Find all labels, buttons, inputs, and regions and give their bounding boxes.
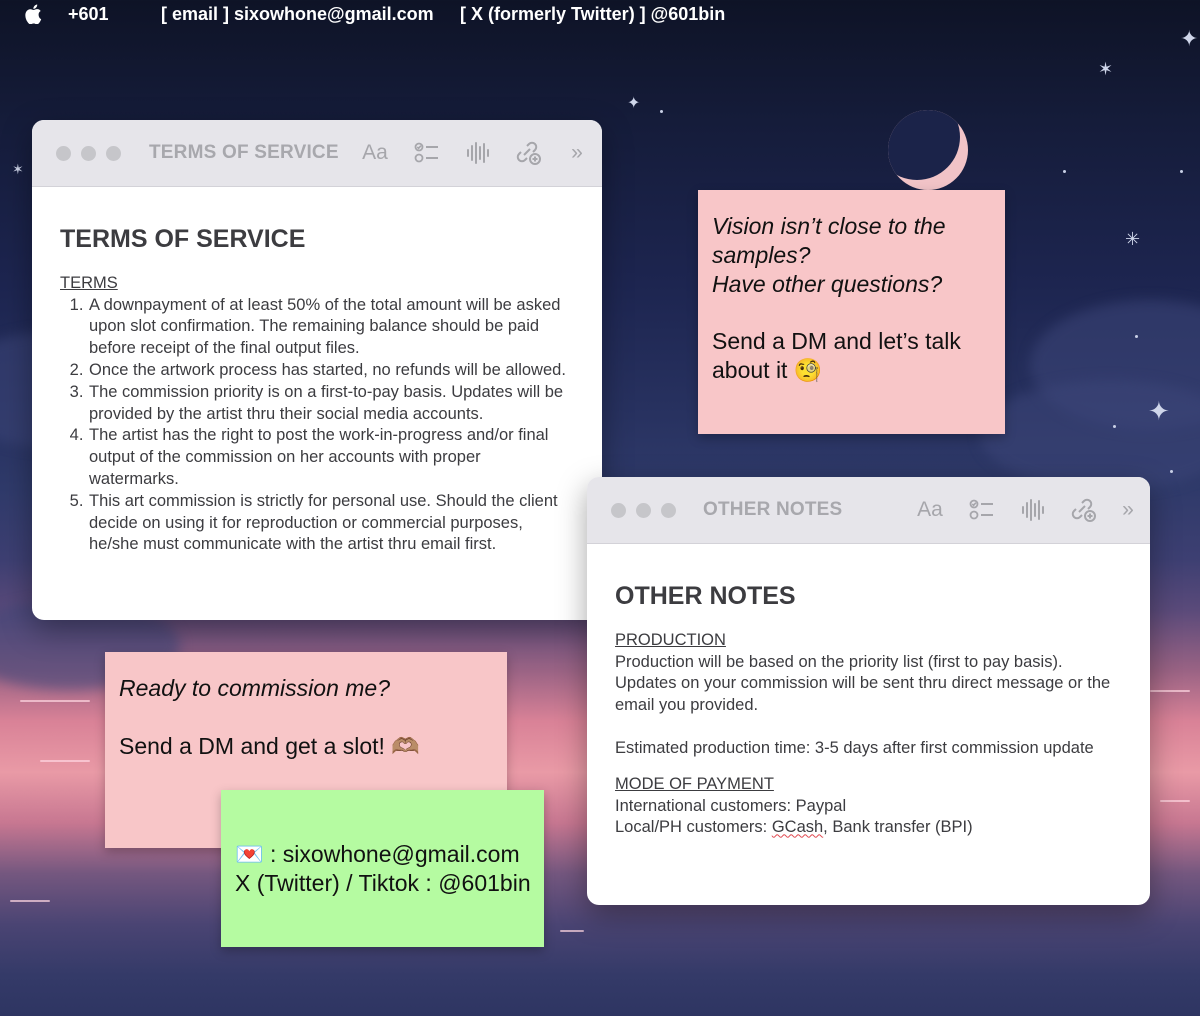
sticky-text: Have other questions?: [712, 271, 943, 297]
notes-content[interactable]: OTHER NOTES PRODUCTION Production will b…: [587, 544, 1150, 839]
list-item: This art commission is strictly for pers…: [88, 491, 574, 556]
apple-logo-icon[interactable]: [24, 4, 42, 25]
app-name[interactable]: +601: [68, 4, 109, 25]
spellcheck-word[interactable]: GCash: [772, 818, 823, 836]
page-title: TERMS OF SERVICE: [60, 225, 306, 253]
contact-social: X (Twitter) / Tiktok : @601bin: [235, 870, 531, 896]
notes-window: OTHER NOTES Aa » OTHER NOTES PRODUCTION …: [587, 477, 1150, 905]
estimate-text: Estimated production time: 3-5 days afte…: [615, 738, 1094, 757]
sticky-text: about it 🧐: [712, 357, 823, 383]
zoom-button[interactable]: [106, 146, 121, 161]
minimize-button[interactable]: [81, 146, 96, 161]
window-controls: [611, 503, 686, 523]
zoom-button[interactable]: [661, 503, 676, 518]
list-item: The artist has the right to post the wor…: [88, 425, 574, 490]
section-label-terms: TERMS: [60, 273, 118, 292]
menu-item-email[interactable]: [ email ] sixowhone@gmail.com: [161, 4, 434, 25]
list-item: Once the artwork process has started, no…: [88, 360, 574, 382]
close-button[interactable]: [611, 503, 626, 518]
sticky-text: Send a DM and let’s talk: [712, 328, 961, 354]
terms-window: TERMS OF SERVICE Aa » TERMS OF SERVICE T…: [32, 120, 602, 620]
more-icon[interactable]: »: [1115, 497, 1141, 523]
window-controls: [56, 146, 131, 166]
more-icon[interactable]: »: [564, 140, 590, 166]
sticky-text: samples?: [712, 242, 811, 268]
page-title: OTHER NOTES: [615, 582, 796, 610]
notes-titlebar[interactable]: OTHER NOTES Aa »: [587, 477, 1150, 544]
sticky-note-vision[interactable]: Vision isn’t close to the samples? Have …: [698, 190, 1005, 434]
terms-list: A downpayment of at least 50% of the tot…: [60, 295, 574, 557]
payment-local: Local/PH customers: GCash, Bank transfer…: [615, 818, 973, 837]
menu-bar: +601 [ email ] sixowhone@gmail.com [ X (…: [0, 0, 1200, 30]
collaborate-icon[interactable]: [1070, 497, 1096, 523]
sticky-text: Ready to commission me?: [119, 675, 390, 701]
sticky-text: Send a DM and get a slot! 🫶🏽: [119, 733, 420, 759]
close-button[interactable]: [56, 146, 71, 161]
terms-content[interactable]: TERMS OF SERVICE TERMS A downpayment of …: [32, 187, 602, 556]
contact-email: 💌 : sixowhone@gmail.com: [235, 841, 520, 867]
section-label-production: PRODUCTION: [615, 630, 726, 649]
format-text-icon[interactable]: Aa: [360, 140, 390, 166]
menu-item-twitter[interactable]: [ X (formerly Twitter) ] @601bin: [460, 4, 725, 25]
minimize-button[interactable]: [636, 503, 651, 518]
production-text: Production will be based on the priority…: [615, 652, 1111, 715]
sticky-note-contact[interactable]: 💌 : sixowhone@gmail.com X (Twitter) / Ti…: [221, 790, 544, 947]
checklist-icon[interactable]: [969, 497, 995, 523]
terms-titlebar[interactable]: TERMS OF SERVICE Aa »: [32, 120, 602, 187]
audio-icon[interactable]: [465, 140, 491, 166]
list-item: A downpayment of at least 50% of the tot…: [88, 295, 574, 360]
moon-decoration: [888, 110, 968, 190]
collaborate-icon[interactable]: [515, 140, 541, 166]
sticky-text: Vision isn’t close to the: [712, 213, 946, 239]
window-title: OTHER NOTES: [703, 499, 843, 520]
payment-international: International customers: Paypal: [615, 796, 847, 815]
checklist-icon[interactable]: [414, 140, 440, 166]
window-title: TERMS OF SERVICE: [149, 142, 339, 163]
section-label-payment: MODE OF PAYMENT: [615, 774, 774, 793]
list-item: The commission priority is on a first-to…: [88, 382, 574, 426]
audio-icon[interactable]: [1020, 497, 1046, 523]
format-text-icon[interactable]: Aa: [915, 497, 945, 523]
